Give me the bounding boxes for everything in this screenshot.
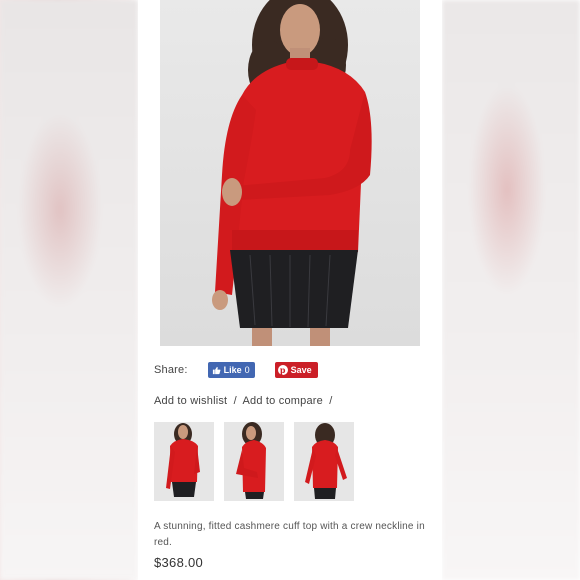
facebook-like-button[interactable]: Like 0 — [207, 362, 255, 378]
wishlist-compare-links: Add to wishlist / Add to compare / — [154, 395, 336, 407]
thumbnail-side-illustration — [224, 422, 284, 501]
thumbnail-gallery — [154, 422, 354, 501]
add-to-compare-link[interactable]: Add to compare — [243, 395, 323, 407]
product-description: A stunning, fitted cashmere cuff top wit… — [154, 521, 425, 548]
facebook-like-count: 0 — [244, 365, 250, 375]
blurred-background-right — [442, 0, 580, 580]
link-separator-trailing: / — [329, 395, 333, 407]
product-price: $368.00 — [154, 555, 204, 570]
product-detail-card: Share: Like 0 p Save Add to wishlist / A… — [138, 0, 442, 580]
model-photo-illustration — [212, 0, 372, 346]
product-thumbnail[interactable] — [224, 422, 284, 501]
facebook-like-label: Like — [223, 365, 242, 375]
share-label: Share: — [154, 364, 188, 376]
product-thumbnail[interactable] — [294, 422, 354, 501]
pinterest-save-button[interactable]: p Save — [274, 362, 318, 378]
share-row: Share: Like 0 p Save — [154, 361, 318, 379]
thumbs-up-icon — [212, 366, 221, 374]
link-separator: / — [233, 395, 237, 407]
product-thumbnail[interactable] — [154, 422, 214, 501]
pinterest-logo-icon: p — [277, 365, 288, 375]
thumbnail-back-illustration — [294, 422, 354, 501]
product-hero-image[interactable] — [160, 0, 420, 346]
add-to-wishlist-link[interactable]: Add to wishlist — [154, 395, 227, 407]
thumbnail-front-illustration — [154, 422, 214, 501]
pinterest-save-label: Save — [290, 365, 312, 375]
blurred-background-left — [0, 0, 138, 580]
